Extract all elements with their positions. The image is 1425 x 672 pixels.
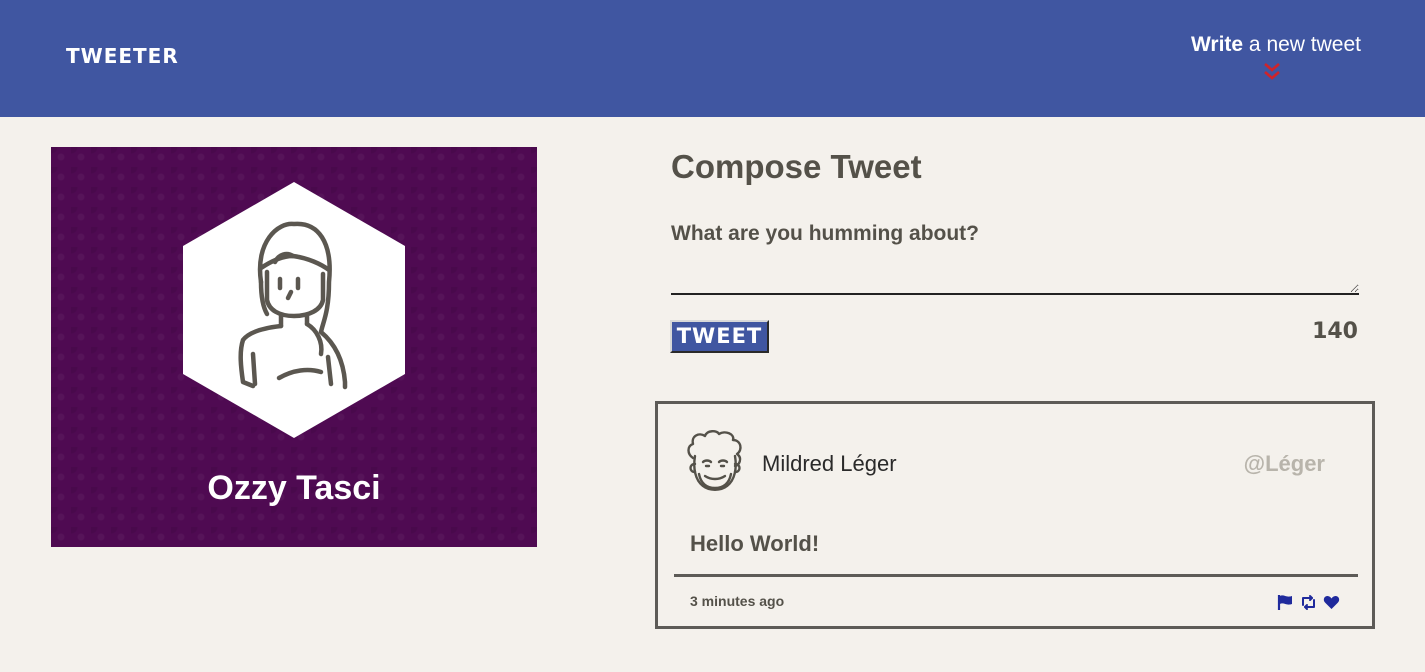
write-label-rest: a new tweet [1243, 33, 1361, 56]
tweet-body: Hello World! [690, 531, 820, 556]
heart-icon[interactable] [1323, 594, 1340, 611]
tweet-divider [674, 574, 1358, 577]
profile-card: Ozzy Tasci [51, 147, 537, 547]
curly-hair-man-avatar-icon [687, 430, 742, 491]
tweet-actions [1277, 593, 1340, 611]
woman-avatar-icon [183, 182, 405, 438]
retweet-icon[interactable] [1300, 594, 1317, 611]
tweet-author-name: Mildred Léger [762, 451, 897, 476]
profile-name: Ozzy Tasci [207, 469, 381, 507]
write-label-bold: Write [1190, 33, 1244, 56]
brand-logo[interactable]: TWEETER [66, 44, 179, 68]
tweet-author-handle: @Léger [1243, 451, 1325, 476]
write-new-tweet-toggle[interactable]: Write a new tweet [1191, 33, 1361, 57]
tweet-timestamp: 3 minutes ago [690, 593, 785, 609]
double-chevron-down-icon[interactable] [1262, 62, 1282, 82]
flag-icon[interactable] [1277, 594, 1294, 611]
tweet-textarea[interactable] [671, 222, 1359, 295]
tweet-card: Mildred Léger @Léger Hello World! 3 minu… [655, 401, 1375, 629]
compose-title: Compose Tweet [671, 148, 922, 185]
tweet-submit-button[interactable]: TWEET [670, 320, 769, 353]
character-counter: 140 [1312, 319, 1358, 344]
top-navbar: TWEETER Write a new tweet [0, 0, 1425, 117]
